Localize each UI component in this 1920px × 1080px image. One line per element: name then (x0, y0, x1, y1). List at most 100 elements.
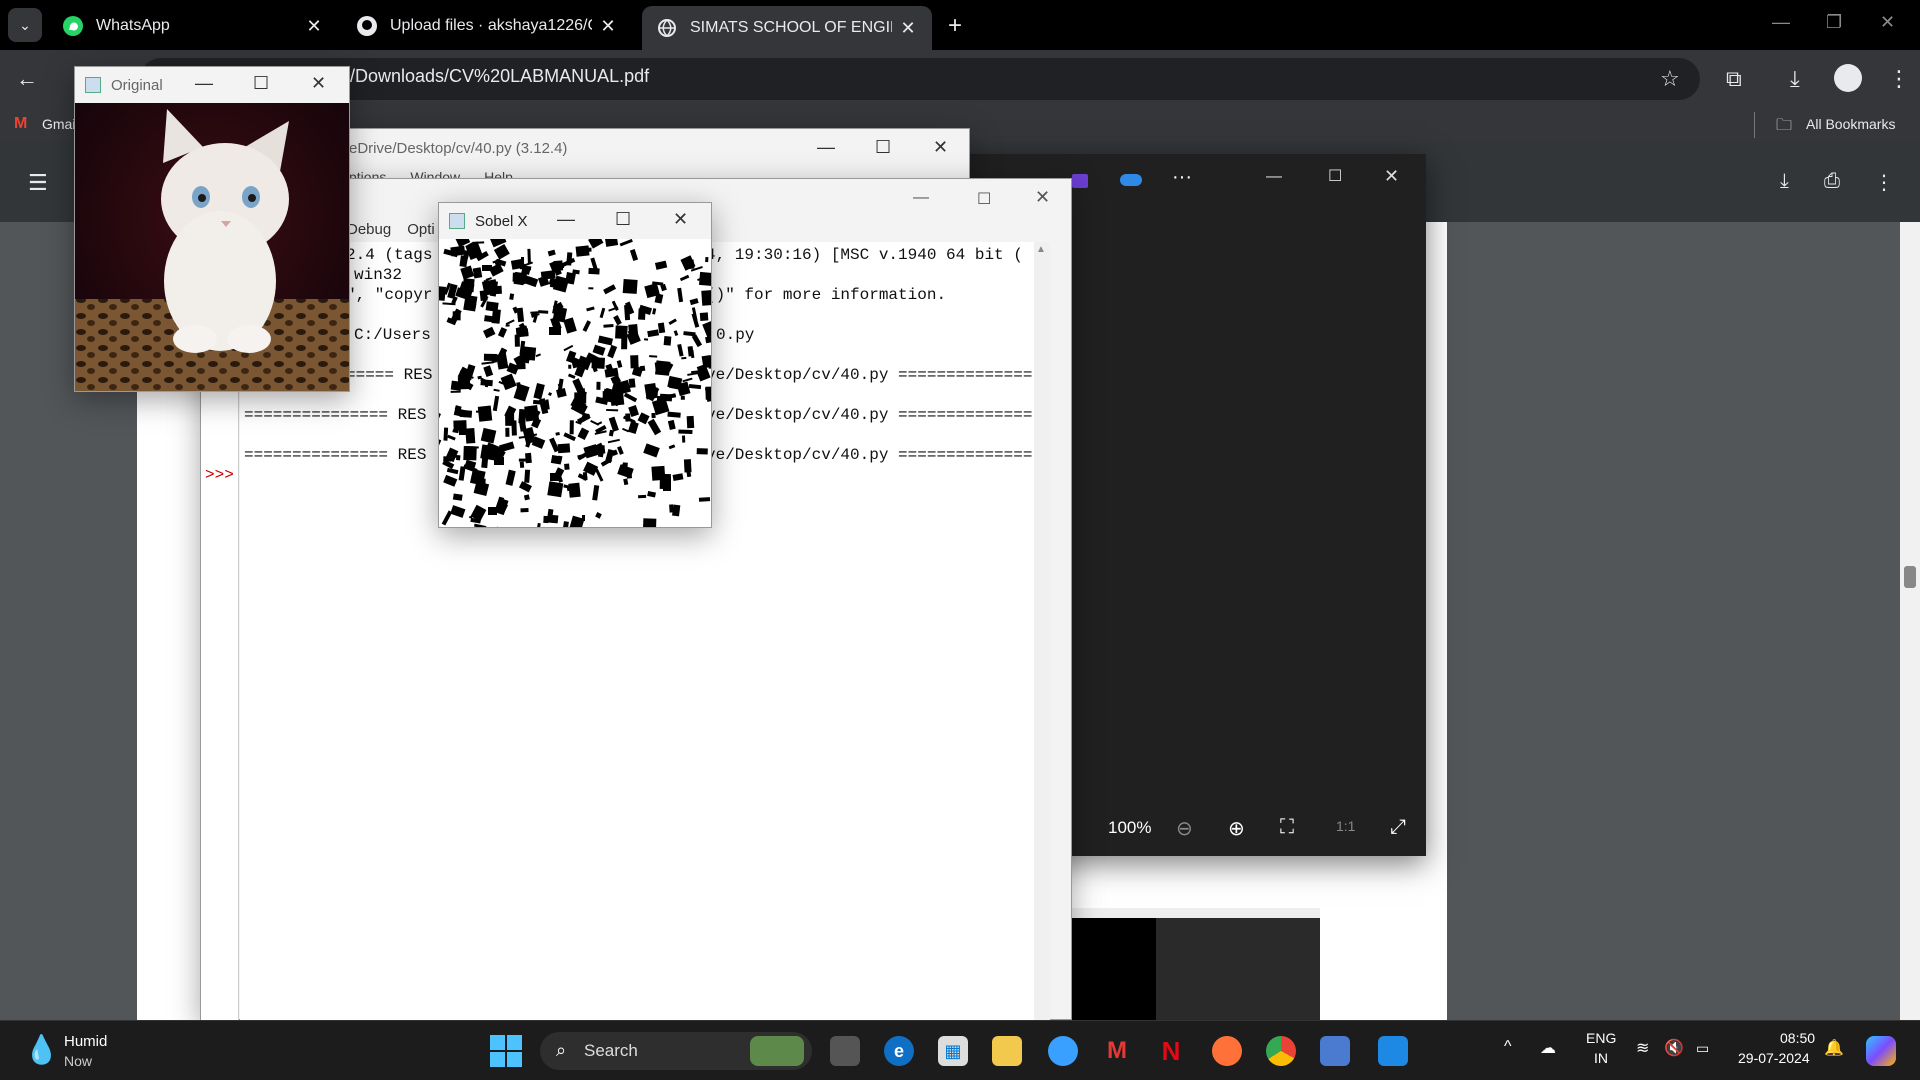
kitten-photo (75, 103, 349, 391)
pdf-more-icon[interactable]: ⋮ (1874, 170, 1894, 195)
close-icon[interactable]: ✕ (304, 16, 324, 37)
close-icon[interactable]: ✕ (311, 73, 326, 94)
tab-search-button[interactable]: ⌄ (8, 8, 42, 42)
firefox-icon[interactable] (1212, 1036, 1242, 1066)
close-window-icon[interactable]: ✕ (1880, 12, 1895, 33)
scroll-up-icon[interactable]: ▲ (1036, 244, 1046, 255)
fit-icon[interactable]: ⛶ (1280, 816, 1294, 839)
mute-icon[interactable]: 🔇 (1664, 1038, 1684, 1058)
avatar[interactable] (1834, 64, 1862, 92)
shell-line: =============== RES (244, 446, 427, 464)
idle-icon[interactable] (1320, 1036, 1350, 1066)
shell-line: C:/Users (354, 326, 431, 344)
actual-size-icon[interactable]: 1:1 (1336, 818, 1355, 834)
menu-options[interactable]: Opti (407, 221, 435, 238)
back-arrow-icon[interactable]: ← (16, 66, 38, 92)
copilot-tray-icon[interactable] (1866, 1036, 1896, 1066)
idle-shell-menu: Debug Opti (347, 221, 435, 238)
maximize-icon[interactable]: ☐ (253, 73, 269, 94)
close-icon[interactable]: ✕ (1384, 166, 1399, 187)
tab-title: WhatsApp (96, 17, 170, 34)
tab-title: Upload files · akshaya1226/CV (390, 17, 592, 34)
extensions-icon[interactable]: ⧉ (1726, 66, 1742, 92)
close-icon[interactable]: ✕ (933, 137, 948, 158)
close-icon[interactable]: ✕ (673, 209, 688, 230)
minimize-icon[interactable]: — (1772, 12, 1790, 33)
clock-date: 29-07-2024 (1738, 1050, 1810, 1066)
app-icon (449, 213, 465, 229)
close-icon[interactable]: ✕ (598, 16, 618, 37)
onedrive-icon[interactable] (1120, 174, 1142, 186)
shell-line: ()" for more information. (706, 286, 947, 304)
menu-debug[interactable]: Debug (347, 221, 391, 238)
minimize-icon[interactable]: — (195, 73, 213, 94)
weather-sub: Now (64, 1053, 93, 1069)
maximize-icon[interactable]: ☐ (615, 209, 631, 230)
edge-icon[interactable]: e (884, 1036, 914, 1066)
close-icon[interactable]: ✕ (1035, 187, 1050, 208)
restore-icon[interactable]: ❐ (1826, 12, 1842, 33)
file-explorer-icon[interactable] (992, 1036, 1022, 1066)
copilot-icon[interactable] (1048, 1036, 1078, 1066)
window-title: Sobel X (475, 212, 528, 230)
wifi-icon[interactable]: ≋ (1636, 1038, 1649, 1058)
more-vert-icon[interactable]: ⋮ (1888, 66, 1910, 92)
menu-icon[interactable]: ☰ (28, 170, 48, 196)
maximize-icon[interactable]: ☐ (875, 137, 891, 158)
original-titlebar: Original — ☐ ✕ (75, 67, 349, 103)
chevron-up-icon[interactable]: ^ (1504, 1038, 1512, 1056)
new-tab-button[interactable]: + (948, 12, 962, 40)
search-icon: ⌕ (556, 1040, 567, 1060)
all-bookmarks[interactable]: All Bookmarks (1806, 116, 1895, 132)
language-top[interactable]: ENG (1586, 1030, 1616, 1046)
weather-title[interactable]: Humid (64, 1033, 107, 1050)
app-icon[interactable] (1072, 174, 1088, 188)
zoom-out-icon[interactable]: ⊖ (1176, 816, 1193, 841)
zoom-in-icon[interactable]: ⊕ (1228, 816, 1245, 841)
search-placeholder: Search (584, 1041, 638, 1060)
app-icon (85, 77, 101, 93)
bookmark-gmail[interactable]: Gmai (42, 116, 75, 132)
tab-simats[interactable]: SIMATS SCHOOL OF ENGINEERI ✕ (642, 6, 932, 50)
more-horiz-icon[interactable]: ··· (1172, 166, 1192, 189)
onedrive-tray-icon[interactable]: ☁ (1540, 1038, 1556, 1058)
photos-icon[interactable] (1378, 1036, 1408, 1066)
print-icon[interactable]: ⎙ (1824, 170, 1840, 193)
mcafee-icon[interactable]: M (1102, 1036, 1132, 1066)
original-image-window: Original — ☐ ✕ (74, 66, 350, 392)
shell-line: win32 (354, 266, 403, 284)
scroll-thumb[interactable] (1904, 566, 1916, 588)
task-view-icon[interactable] (830, 1036, 860, 1066)
tab-whatsapp[interactable]: WhatsApp ✕ (48, 6, 338, 46)
start-icon[interactable] (490, 1035, 522, 1067)
minimize-icon[interactable]: — (1266, 168, 1282, 186)
close-icon[interactable]: ✕ (898, 18, 918, 39)
store-icon[interactable]: ▦ (938, 1036, 968, 1066)
shell-scrollbar[interactable]: ▲ (1034, 242, 1050, 1020)
netflix-icon[interactable]: N (1156, 1036, 1186, 1066)
fullscreen-icon[interactable]: ⤢ (1390, 816, 1406, 839)
notification-bell-icon[interactable]: 🔔 (1824, 1038, 1844, 1058)
sobel-x-window: Sobel X — ☐ ✕ (438, 202, 712, 528)
minimize-icon[interactable]: — (913, 189, 929, 207)
battery-icon[interactable]: ▭ (1696, 1040, 1709, 1057)
address-url[interactable]: /Downloads/CV%20LABMANUAL.pdf (350, 66, 649, 87)
search-box[interactable]: ⌕ Search (540, 1032, 812, 1070)
pdf-scrollbar[interactable] (1900, 222, 1920, 1020)
maximize-icon[interactable]: ☐ (977, 189, 991, 209)
shell-line: ve/Desktop/cv/40.py ============== (706, 446, 1033, 464)
clock-time[interactable]: 08:50 (1780, 1030, 1815, 1046)
folder-icon: 🗀 (1776, 117, 1793, 134)
sobel-titlebar: Sobel X — ☐ ✕ (439, 203, 711, 239)
star-icon[interactable]: ☆ (1660, 66, 1680, 92)
shell-line: =============== RES (244, 406, 427, 424)
maximize-icon[interactable]: ☐ (1328, 166, 1342, 186)
pdf-download-icon[interactable]: ⤓ (1780, 170, 1789, 193)
weather-drop-icon[interactable]: 💧 (24, 1033, 59, 1066)
minimize-icon[interactable]: — (557, 209, 575, 230)
download-icon[interactable]: ⤓ (1790, 66, 1800, 92)
tab-github[interactable]: Upload files · akshaya1226/CV ✕ (342, 6, 632, 46)
shell-line: ===== RES (346, 366, 433, 384)
minimize-icon[interactable]: — (817, 137, 835, 158)
chrome-icon[interactable] (1266, 1036, 1296, 1066)
